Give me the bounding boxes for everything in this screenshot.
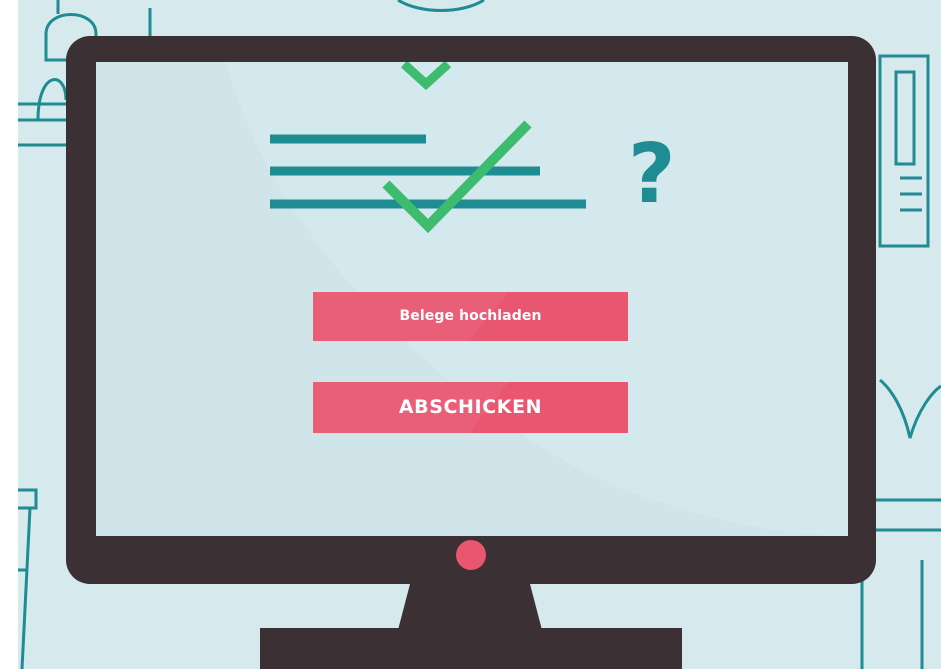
plant-outline <box>879 378 941 439</box>
upload-receipts-button[interactable]: Belege hochladen <box>313 292 628 341</box>
monitor-screen: ? Belege hochladen ABSCHICKEN <box>96 62 848 536</box>
top-arc <box>397 0 485 12</box>
submit-label: ABSCHICKEN <box>398 396 543 418</box>
question-mark-icon: ? <box>628 127 676 222</box>
cup-outline <box>18 488 38 669</box>
chair-outline <box>36 78 68 121</box>
upload-receipts-label: Belege hochladen <box>399 308 542 324</box>
submit-button[interactable]: ABSCHICKEN <box>313 382 628 433</box>
cabinet-outline <box>878 54 930 248</box>
illustration-stage: ? Belege hochladen ABSCHICKEN <box>0 0 941 669</box>
power-led <box>456 540 486 570</box>
checkmark-icon <box>400 62 452 91</box>
